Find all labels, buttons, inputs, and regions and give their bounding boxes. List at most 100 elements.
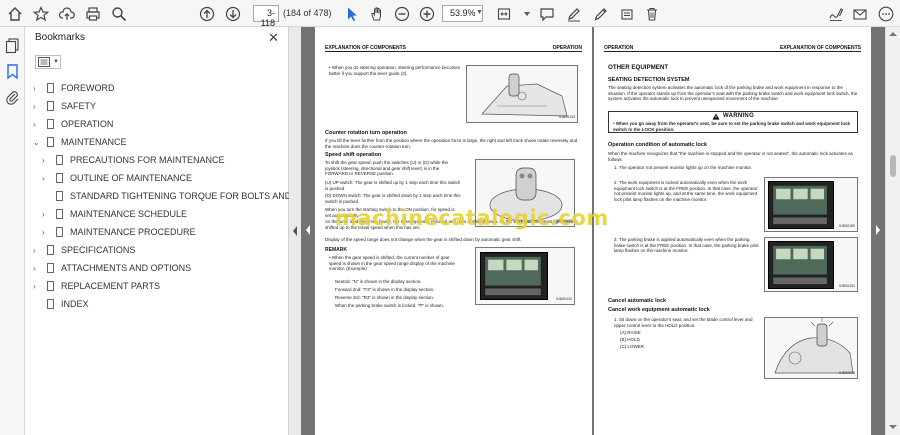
speed-shift-heading: Speed shift operation (325, 152, 382, 158)
scroll-down-icon[interactable] (888, 423, 898, 431)
warning-banner: WARNING (609, 112, 857, 120)
fit-page-icon[interactable] (494, 4, 513, 23)
bookmark-outline-of-maintenance[interactable]: › OUTLINE OF MAINTENANCE (42, 171, 192, 185)
bookmark-attachments-and-options[interactable]: › ATTACHMENTS AND OPTIONS (33, 261, 191, 275)
page-number-input[interactable]: 3-118 (253, 5, 279, 28)
seating-detection-heading: SEATING DETECTION SYSTEM (608, 77, 690, 83)
attachments-icon[interactable] (4, 89, 21, 106)
bookmark-label: ATTACHMENTS AND OPTIONS (61, 263, 192, 273)
speed-range-text: Display of the speed range does not chan… (325, 237, 522, 242)
chevron-right-icon[interactable]: › (33, 282, 41, 291)
option-raise: (A) RAISE (620, 330, 641, 335)
monitor-figure-b: 9JD00151 (764, 237, 858, 292)
chevron-right-icon[interactable]: › (33, 246, 41, 255)
more-options-icon[interactable] (876, 4, 895, 23)
next-page-icon[interactable] (223, 4, 242, 23)
email-icon[interactable] (850, 4, 869, 23)
page-thumbnails-icon[interactable] (4, 37, 21, 54)
scroll-up-icon[interactable] (888, 30, 898, 38)
chevron-right-icon[interactable]: › (42, 228, 50, 237)
bookmark-label: INDEX (61, 299, 89, 309)
bookmark-replacement-parts[interactable]: › REPLACEMENT PARTS (33, 279, 160, 293)
bookmark-foreword[interactable]: › FOREWORD (33, 81, 115, 95)
figure-code: 9JD00151 (839, 284, 855, 289)
bookmark-operation[interactable]: › OPERATION (33, 117, 113, 131)
step-3: 3. The parking brake is applied automati… (614, 237, 759, 254)
bookmark-icon (56, 227, 63, 237)
vertical-scrollbar[interactable] (885, 27, 900, 435)
chevron-right-icon[interactable]: › (42, 174, 50, 183)
bookmark-standard-tightening-torque[interactable]: STANDARD TIGHTENING TORQUE FOR BOLTS AND… (42, 189, 318, 203)
sign-icon[interactable] (826, 4, 845, 23)
bookmark-safety[interactable]: › SAFETY (33, 99, 96, 113)
draw-pen-icon[interactable] (591, 4, 610, 23)
panel-splitter[interactable] (289, 27, 301, 435)
zoom-dropdown-icon[interactable]: ▼ (476, 9, 483, 16)
operation-condition-text: When the machine recognizes that "the ma… (608, 151, 853, 162)
close-icon[interactable]: ✕ (268, 30, 279, 46)
bookmark-label: MAINTENANCE SCHEDULE (70, 209, 188, 219)
zoom-out-icon[interactable] (392, 4, 411, 23)
cancel-automatic-lock-heading: Cancel automatic lock (608, 298, 667, 304)
chevron-right-icon[interactable]: › (42, 156, 50, 165)
cloud-upload-icon[interactable] (57, 4, 76, 23)
warning-box: WARNING • When you go away from the oper… (608, 111, 858, 133)
delete-icon[interactable] (642, 4, 661, 23)
down-switch-text: (D) DOWN switch: The gear is shifted dow… (325, 193, 461, 204)
document-viewer[interactable]: EXPLANATION OF COMPONENTS OPERATION • Wh… (301, 27, 885, 435)
chevron-right-icon[interactable]: › (33, 120, 41, 129)
monitor-figure-a: 9JD00150 (764, 177, 858, 232)
machine-monitor-display (768, 241, 834, 289)
collapse-panel-icon[interactable] (289, 221, 301, 241)
bookmark-maintenance[interactable]: ⌄ MAINTENANCE (33, 135, 127, 149)
figure-code: 9JD00133 (559, 115, 575, 120)
pdf-page-right: OPERATION EXPLANATION OF COMPONENTS OTHE… (594, 27, 871, 435)
warning-label: WARNING (722, 113, 755, 119)
stamp-icon[interactable] (617, 4, 636, 23)
option-hold: (B) HOLD (620, 337, 640, 342)
highlight-pen-icon[interactable] (564, 4, 583, 23)
chevron-right-icon[interactable]: › (33, 84, 41, 93)
bookmark-icon (47, 281, 54, 291)
scroll-thumb[interactable] (890, 155, 896, 177)
chevron-right-icon[interactable]: › (42, 210, 50, 219)
bookmark-options-button[interactable]: ▼ (35, 55, 61, 69)
fit-dropdown-icon[interactable] (517, 4, 536, 23)
next-page-arrow-icon[interactable] (874, 223, 882, 237)
bookmark-label: OUTLINE OF MAINTENANCE (70, 173, 193, 183)
neutral-text: Neutral: "N" is shown in the display sec… (335, 279, 422, 284)
warning-text: • When you go away from the operator's s… (613, 121, 850, 132)
bookmark-specifications[interactable]: › SPECIFICATIONS (33, 243, 135, 257)
chevron-down-icon[interactable]: ⌄ (33, 138, 41, 147)
bookmark-precautions-for-maintenance[interactable]: › PRECAUTIONS FOR MAINTENANCE (42, 153, 225, 167)
bookmark-maintenance-schedule[interactable]: › MAINTENANCE SCHEDULE (42, 207, 187, 221)
seating-detection-text: The seating detection system activates t… (608, 85, 858, 102)
bookmark-label: OPERATION (61, 119, 114, 129)
operation-condition-heading: Operation condition of automatic lock (608, 142, 708, 148)
bookmark-icon (47, 263, 54, 273)
monitor-screen-illustration (773, 245, 827, 285)
previous-page-arrow-icon[interactable] (304, 223, 312, 237)
bookmark-index[interactable]: INDEX (33, 297, 89, 311)
bookmarks-panel-icon[interactable] (4, 63, 21, 80)
bookmark-label: MAINTENANCE PROCEDURE (70, 227, 196, 237)
parking-text: When the parking brake switch is locked,… (335, 303, 444, 308)
chevron-right-icon[interactable]: › (33, 102, 41, 111)
remark-text: • When the gear speed is shifted, the cu… (329, 255, 455, 272)
zoom-in-icon[interactable] (417, 4, 436, 23)
monitor-screen-illustration (485, 256, 541, 296)
previous-page-icon[interactable] (197, 4, 216, 23)
hand-tool-icon[interactable] (367, 4, 386, 23)
bookmark-star-icon[interactable] (31, 4, 50, 23)
option-lower: (C) LOWER (620, 344, 644, 349)
select-cursor-icon[interactable] (342, 4, 361, 23)
comment-icon[interactable] (537, 4, 556, 23)
pdf-page-left: EXPLANATION OF COMPONENTS OPERATION • Wh… (315, 27, 592, 435)
search-icon[interactable] (109, 4, 128, 23)
print-icon[interactable] (83, 4, 102, 23)
home-icon[interactable] (5, 4, 24, 23)
chevron-right-icon[interactable]: › (33, 264, 41, 273)
cancel-step-1: 1. Sit down on the operator's seat, and … (614, 317, 753, 328)
bookmark-maintenance-procedure[interactable]: › MAINTENANCE PROCEDURE (42, 225, 196, 239)
figure-code: 9JD00132 (556, 297, 572, 302)
